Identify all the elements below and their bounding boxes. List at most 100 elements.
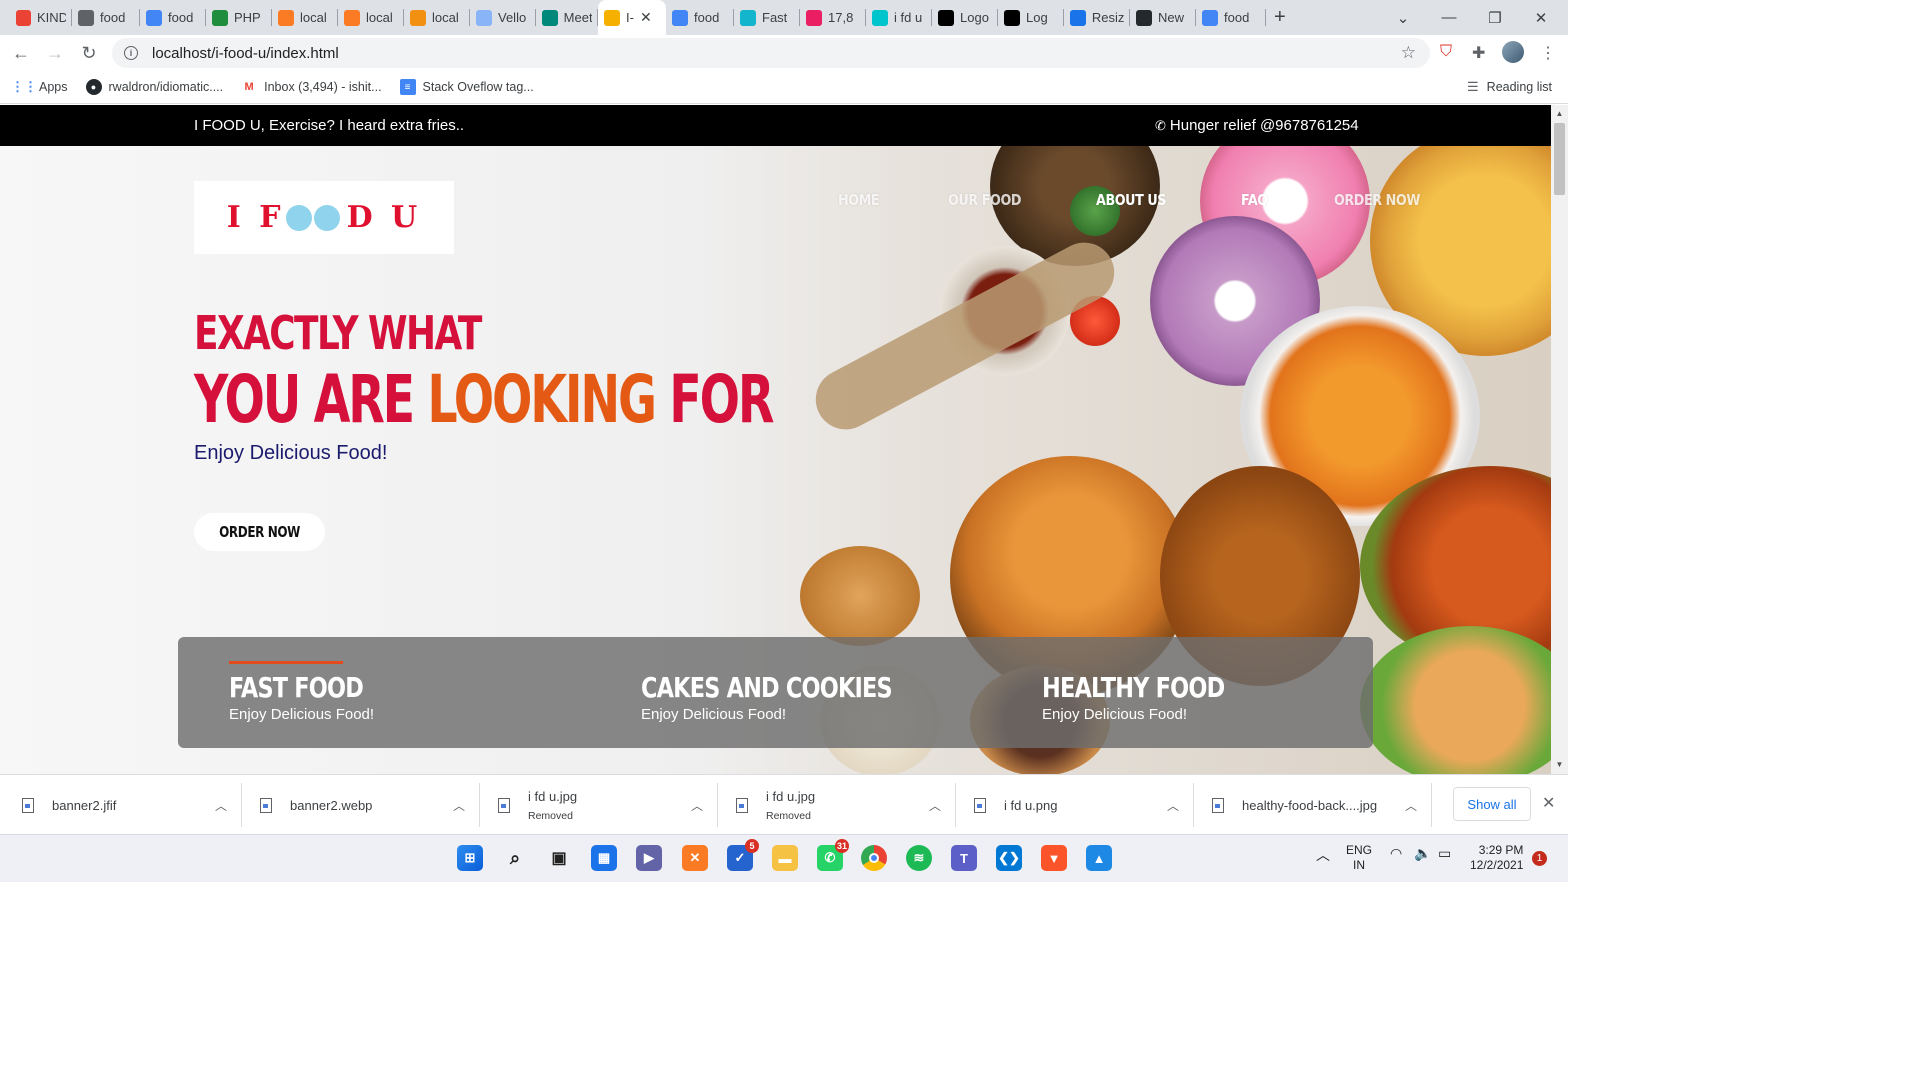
browser-tab[interactable]: local: [272, 0, 338, 35]
browser-tab[interactable]: PHP: [206, 0, 272, 35]
profile-avatar[interactable]: [1502, 41, 1524, 63]
brave-icon[interactable]: ▼: [1041, 845, 1067, 871]
browser-tab[interactable]: Meet: [536, 0, 598, 35]
nav-home[interactable]: HOME: [838, 191, 880, 209]
browser-tab[interactable]: food: [1196, 0, 1266, 35]
site-logo[interactable]: I F D U: [194, 181, 454, 254]
browser-tab[interactable]: Fast: [734, 0, 800, 35]
teams-icon[interactable]: T: [951, 845, 977, 871]
download-item[interactable]: i fd u.jpg Removed ︿: [736, 775, 941, 835]
language-indicator[interactable]: ENG IN: [1346, 843, 1372, 873]
chevron-up-icon[interactable]: ︿: [1405, 797, 1417, 814]
browser-menu-icon[interactable]: ⋮: [1540, 43, 1556, 63]
forward-icon[interactable]: →: [38, 43, 72, 64]
reload-icon[interactable]: ↻: [72, 43, 106, 64]
browser-tab[interactable]: Logo: [932, 0, 998, 35]
chevron-up-icon[interactable]: ︿: [215, 797, 227, 814]
restore-button[interactable]: ❐: [1472, 0, 1518, 35]
category-healthy-food[interactable]: HEALTHY FOOD Enjoy Delicious Food!: [1042, 671, 1270, 723]
minimize-button[interactable]: —: [1426, 0, 1472, 35]
close-window-button[interactable]: ✕: [1518, 0, 1564, 35]
browser-tab[interactable]: food: [140, 0, 206, 35]
bookmark-docs[interactable]: ≡ Stack Oveflow tag...: [399, 79, 534, 95]
show-all-downloads-button[interactable]: Show all: [1453, 787, 1531, 821]
browser-tab[interactable]: Log: [998, 0, 1064, 35]
browser-tab[interactable]: local: [338, 0, 404, 35]
tray-expand-icon[interactable]: ︿: [1316, 845, 1330, 865]
browser-tab[interactable]: local: [404, 0, 470, 35]
nav-order-now[interactable]: ORDER NOW: [1334, 191, 1420, 209]
clock[interactable]: 3:29 PM 12/2/2021: [1470, 843, 1523, 873]
bookmark-star-icon[interactable]: ☆: [1401, 43, 1416, 63]
back-icon[interactable]: ←: [4, 43, 38, 64]
browser-tab[interactable]: New: [1130, 0, 1196, 35]
reading-list-button[interactable]: ☰ Reading list: [1467, 79, 1552, 95]
category-cakes-and-cookies[interactable]: CAKES AND COOKIES Enjoy Delicious Food!: [641, 671, 955, 723]
extensions-puzzle-icon[interactable]: ✚: [1472, 43, 1485, 63]
browser-tab[interactable]: food: [666, 0, 734, 35]
whatsapp-icon[interactable]: ✆ 31: [817, 839, 849, 871]
wifi-icon[interactable]: ◠: [1390, 845, 1402, 862]
teams-chat-icon[interactable]: ▶: [636, 845, 662, 871]
chrome-icon[interactable]: [861, 845, 887, 871]
file-icon: [260, 797, 272, 813]
notification-badge[interactable]: 1: [1532, 851, 1547, 866]
category-title: FAST FOOD: [229, 671, 364, 704]
todo-icon[interactable]: ✓ 5: [727, 839, 759, 871]
chevron-up-icon[interactable]: ︿: [453, 797, 465, 814]
download-item[interactable]: banner2.jfif ︿: [22, 775, 227, 835]
scroll-up-icon[interactable]: ▲: [1551, 109, 1568, 118]
tab-title: KIND: [36, 10, 66, 25]
nav-about-us[interactable]: ABOUT US: [1096, 191, 1166, 209]
download-item[interactable]: i fd u.jpg Removed ︿: [498, 775, 703, 835]
tab-title: local: [432, 10, 459, 25]
address-bar[interactable]: i localhost/i-food-u/index.html ☆: [112, 38, 1430, 68]
site-topbar: I FOOD U, Exercise? I heard extra fries.…: [0, 105, 1551, 146]
chevron-up-icon[interactable]: ︿: [691, 797, 703, 814]
battery-icon[interactable]: ▭: [1438, 845, 1451, 862]
page-scrollbar[interactable]: ▲ ▼: [1551, 105, 1568, 774]
download-item[interactable]: banner2.webp ︿: [260, 775, 465, 835]
bookmark-apps[interactable]: ⋮⋮ Apps: [11, 79, 68, 95]
browser-tab[interactable]: food: [72, 0, 140, 35]
headline-part-highlight: LOOKING: [427, 361, 670, 438]
file-explorer-icon[interactable]: ▬: [772, 845, 798, 871]
bookmark-gmail[interactable]: M Inbox (3,494) - ishit...: [241, 79, 382, 95]
vscode-icon[interactable]: ❮❯: [996, 845, 1022, 871]
search-icon[interactable]: ⌕: [502, 845, 528, 871]
browser-tab[interactable]: KIND: [10, 0, 72, 35]
browser-tab[interactable]: Vello: [470, 0, 536, 35]
browser-tab[interactable]: 17,8: [800, 0, 866, 35]
tab-search-icon[interactable]: ⌄: [1380, 0, 1426, 35]
site-info-icon[interactable]: i: [124, 46, 138, 60]
topbar-phone[interactable]: ✆ Hunger relief @9678761254: [1155, 117, 1359, 134]
download-item[interactable]: healthy-food-back....jpg ︿: [1212, 775, 1417, 835]
scrollbar-thumb[interactable]: [1554, 123, 1565, 195]
chevron-up-icon[interactable]: ︿: [929, 797, 941, 814]
start-icon[interactable]: ⊞: [457, 845, 483, 871]
tab-title: food: [168, 10, 194, 25]
download-status: Removed: [528, 809, 573, 822]
nav-faq[interactable]: FAQ: [1241, 191, 1268, 209]
download-item[interactable]: i fd u.png ︿: [974, 775, 1179, 835]
volume-icon[interactable]: 🔈: [1414, 845, 1431, 862]
browser-tab[interactable]: i fd u: [866, 0, 932, 35]
scroll-down-icon[interactable]: ▼: [1551, 760, 1568, 769]
category-fast-food[interactable]: FAST FOOD Enjoy Delicious Food!: [229, 661, 397, 723]
browser-tab[interactable]: Resiz: [1064, 0, 1130, 35]
extension-shield-icon[interactable]: ⛉: [1440, 43, 1452, 61]
xampp-icon[interactable]: ✕: [682, 845, 708, 871]
widgets-icon[interactable]: ▦: [591, 845, 617, 871]
order-now-button[interactable]: ORDER NOW: [194, 513, 325, 551]
spotify-icon[interactable]: ≋: [906, 845, 932, 871]
new-tab-button[interactable]: +: [1274, 6, 1286, 29]
close-shelf-icon[interactable]: ✕: [1542, 793, 1555, 813]
photos-icon[interactable]: ▲: [1086, 845, 1112, 871]
apps-grid-icon: ⋮⋮: [11, 79, 37, 94]
bookmark-github[interactable]: ● rwaldron/idiomatic....: [85, 79, 223, 95]
nav-our-food[interactable]: OUR FOOD: [948, 191, 1021, 209]
chevron-up-icon[interactable]: ︿: [1167, 797, 1179, 814]
close-tab-icon[interactable]: ✕: [640, 9, 652, 26]
browser-tab[interactable]: I- ✕: [598, 0, 666, 35]
task-view-icon[interactable]: ▣: [546, 845, 572, 871]
